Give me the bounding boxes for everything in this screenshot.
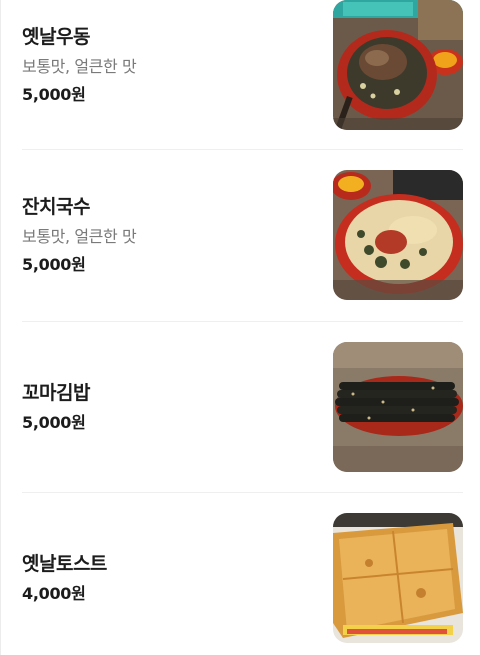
menu-item-text: 잔치국수 보통맛, 얼큰한 맛 5,000원 — [22, 170, 322, 300]
menu-divider — [22, 149, 463, 150]
menu-item-old-toast[interactable]: 옛날토스트 4,000원 — [22, 513, 463, 643]
toast-sandwich-photo[interactable] — [333, 513, 463, 643]
menu-item-text: 꼬마김밥 5,000원 — [22, 342, 322, 472]
menu-list-page: 옛날우동 보통맛, 얼큰한 맛 5,000원 잔치국수 보통맛, 얼큰한 맛 5… — [0, 0, 480, 655]
menu-item-description: 보통맛, 얼큰한 맛 — [22, 227, 137, 246]
menu-item-description: 보통맛, 얼큰한 맛 — [22, 57, 137, 76]
udon-bowl-photo[interactable] — [333, 0, 463, 130]
menu-divider — [22, 492, 463, 493]
menu-item-kkoma-gimbap[interactable]: 꼬마김밥 5,000원 — [22, 342, 463, 472]
menu-divider — [22, 321, 463, 322]
mini-gimbap-plate-photo[interactable] — [333, 342, 463, 472]
menu-item-udon[interactable]: 옛날우동 보통맛, 얼큰한 맛 5,000원 — [22, 0, 463, 130]
menu-item-name: 꼬마김밥 — [22, 382, 90, 404]
menu-item-name: 잔치국수 — [22, 196, 90, 218]
menu-item-janchi-guksu[interactable]: 잔치국수 보통맛, 얼큰한 맛 5,000원 — [22, 170, 463, 300]
menu-item-name: 옛날우동 — [22, 26, 90, 48]
menu-item-price: 5,000원 — [22, 413, 86, 432]
menu-item-price: 5,000원 — [22, 85, 86, 104]
menu-item-price: 5,000원 — [22, 255, 86, 274]
janchi-guksu-bowl-photo[interactable] — [333, 170, 463, 300]
menu-item-text: 옛날토스트 4,000원 — [22, 513, 322, 643]
menu-item-text: 옛날우동 보통맛, 얼큰한 맛 5,000원 — [22, 0, 322, 130]
menu-item-name: 옛날토스트 — [22, 553, 107, 575]
menu-item-price: 4,000원 — [22, 584, 86, 603]
